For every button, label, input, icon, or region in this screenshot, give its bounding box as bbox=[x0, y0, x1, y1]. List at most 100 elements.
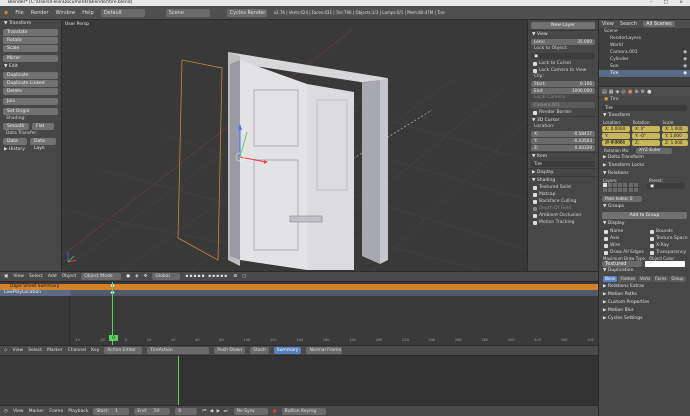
duplicate-linked-button[interactable]: Duplicate Linked bbox=[3, 80, 58, 87]
action-key-menu[interactable]: Key bbox=[91, 348, 99, 353]
relations-header[interactable]: ▼ Relations bbox=[599, 170, 690, 178]
cycles-settings-header[interactable]: ▶ Cycles Settings bbox=[599, 315, 690, 323]
textured-solid-row[interactable]: Textured Solid bbox=[528, 184, 598, 191]
outliner-item-tire[interactable]: Tire ◉ bbox=[599, 70, 690, 77]
summary-toggle[interactable]: Summary bbox=[273, 347, 302, 354]
pass-index-field[interactable]: Pass Index: 0 bbox=[602, 196, 642, 202]
transform-orientation-selector[interactable]: Global bbox=[152, 273, 181, 280]
lock-camera-checkbox[interactable] bbox=[533, 68, 537, 73]
axis-checkbox[interactable] bbox=[604, 236, 608, 241]
duplication-faces-tab[interactable]: Faces bbox=[653, 276, 669, 282]
outliner-item-sun[interactable]: Sun ◉ bbox=[599, 63, 690, 70]
render-tab-icon[interactable]: ▤ bbox=[602, 89, 607, 95]
groups-header[interactable]: ▼ Groups bbox=[599, 203, 690, 211]
bounds-toggle[interactable]: Bounds bbox=[645, 228, 688, 235]
mirror-button[interactable]: Mirror bbox=[3, 55, 58, 62]
matcap-checkbox[interactable] bbox=[533, 192, 537, 197]
pivot-point-icon[interactable]: ◈ bbox=[135, 274, 138, 279]
motion-paths-header[interactable]: ▶ Motion Paths bbox=[599, 291, 690, 299]
menu-window[interactable]: Window bbox=[56, 10, 76, 16]
auto-snap-selector[interactable]: Normal Frame bbox=[306, 347, 343, 354]
render-preview-icon[interactable]: ▢ bbox=[242, 274, 246, 279]
shading-header[interactable]: ▼ Shading bbox=[528, 176, 598, 184]
outliner-item-camera[interactable]: Camera.001 ◉ bbox=[599, 49, 690, 56]
scale-x-field[interactable]: X: 1.000 bbox=[662, 126, 688, 132]
layers-tab-icon[interactable]: ▦ bbox=[609, 89, 614, 95]
draw-all-edges-checkbox[interactable] bbox=[604, 250, 608, 255]
relations-extras-header[interactable]: ▶ Relations Extras bbox=[599, 283, 690, 291]
outliner-item-cylinder[interactable]: Cylinder ◉ bbox=[599, 56, 690, 63]
location-x-field[interactable]: X: 0.0000 bbox=[602, 126, 630, 132]
outliner-item-world[interactable]: World bbox=[599, 42, 690, 49]
manipulator-icon[interactable]: ✥ bbox=[144, 274, 148, 279]
matcap-row[interactable]: Matcap bbox=[528, 191, 598, 198]
menu-render[interactable]: Render bbox=[31, 10, 49, 16]
outliner-search-menu[interactable]: Search bbox=[620, 21, 637, 27]
lens-field[interactable]: Lens: 35.000 bbox=[531, 39, 595, 45]
viewport-shading-icon[interactable]: ● bbox=[126, 274, 130, 279]
constraints-tab-icon[interactable]: ⊕ bbox=[634, 89, 638, 95]
world-tab-icon[interactable]: ◎ bbox=[621, 89, 625, 95]
outliner-view-menu[interactable]: View bbox=[602, 21, 614, 27]
push-down-button[interactable]: Push Down bbox=[214, 347, 246, 354]
editor-type-icon[interactable]: ▣ bbox=[4, 274, 8, 279]
delta-transform-header[interactable]: ▶ Delta Transform bbox=[599, 154, 690, 162]
data-transfer-button[interactable]: Data bbox=[3, 138, 27, 145]
rotation-x-field[interactable]: X: 0° bbox=[632, 126, 660, 132]
view-menu[interactable]: View bbox=[13, 274, 24, 279]
editor-mode-selector[interactable]: Action Editor bbox=[104, 347, 143, 354]
location-z-field[interactable]: Z: 0.0000 bbox=[602, 140, 630, 146]
custom-properties-header[interactable]: ▶ Custom Properties bbox=[599, 299, 690, 307]
xray-checkbox[interactable] bbox=[650, 243, 654, 248]
scale-z-field[interactable]: Z: 1.000 bbox=[662, 140, 688, 146]
ambient-occlusion-checkbox[interactable] bbox=[533, 213, 537, 218]
outliner-display-mode[interactable]: All Scenes bbox=[643, 21, 675, 27]
motion-blur-header[interactable]: ▶ Motion Blur bbox=[599, 307, 690, 315]
cursor-y-field[interactable]: Y: -0.03503 bbox=[531, 138, 595, 144]
cursor-z-field[interactable]: Z: 0.00329 bbox=[531, 145, 595, 151]
add-to-group-button[interactable]: Add to Group bbox=[602, 212, 687, 219]
transform-panel-header[interactable]: ▼ Transform bbox=[599, 112, 690, 120]
playback-controls[interactable]: ⏮ ◀ ▶ ⏭ bbox=[202, 408, 228, 414]
smooth-button[interactable]: Smooth bbox=[3, 123, 29, 130]
rotation-z-field[interactable]: Z: -24.648° bbox=[632, 140, 660, 151]
rotate-button[interactable]: Rotate bbox=[3, 37, 58, 44]
scene-selector[interactable]: Scene bbox=[165, 8, 210, 17]
local-camera-field[interactable]: Camera.001 bbox=[531, 102, 595, 108]
stash-button[interactable]: Stash bbox=[250, 347, 269, 354]
timeline-playback-menu[interactable]: Playback bbox=[68, 409, 88, 414]
action-marker-menu[interactable]: Marker bbox=[47, 348, 63, 353]
wire-checkbox[interactable] bbox=[604, 243, 608, 248]
duplication-verts-tab[interactable]: Verts bbox=[637, 276, 653, 282]
end-frame-field[interactable]: End: 50 bbox=[134, 407, 171, 415]
cylinder-visibility-icon[interactable]: ◉ bbox=[683, 57, 687, 62]
ambient-occlusion-row[interactable]: Ambient Occlusion bbox=[528, 212, 598, 219]
action-selector[interactable]: TireAction bbox=[147, 347, 210, 354]
mode-selector[interactable]: Object Mode bbox=[81, 273, 122, 280]
duplication-none-tab[interactable]: None bbox=[603, 276, 618, 282]
rotation-mode-select[interactable]: XYZ Euler bbox=[636, 147, 672, 154]
transform-locks-header[interactable]: ▶ Transform Locks bbox=[599, 162, 690, 170]
set-origin-button[interactable]: Set Origin bbox=[3, 108, 58, 115]
motion-tracking-checkbox[interactable] bbox=[533, 220, 537, 225]
render-border-row[interactable]: Render Border bbox=[528, 109, 598, 116]
axis-toggle[interactable]: Axis bbox=[599, 235, 645, 242]
timeline-editor-type-icon[interactable]: ◷ bbox=[4, 409, 8, 414]
3d-viewport[interactable]: User Persp bbox=[62, 20, 527, 271]
history-header[interactable]: ▶ History bbox=[0, 146, 61, 154]
draw-all-edges-toggle[interactable]: Draw All Edges bbox=[599, 249, 645, 256]
tire-visibility-icon[interactable]: ◉ bbox=[683, 71, 687, 76]
object-color-swatch[interactable] bbox=[645, 261, 685, 267]
edit-header[interactable]: ▼ Edit bbox=[0, 63, 61, 71]
bounds-checkbox[interactable] bbox=[650, 229, 654, 234]
outliner-item-scene[interactable]: Scene bbox=[599, 28, 690, 35]
layer-buttons[interactable]: ▪▪▪▪▪ ▪▪▪▪▪ bbox=[185, 274, 228, 279]
blender-logo-icon[interactable]: ◉ bbox=[4, 10, 8, 16]
timeline-area[interactable] bbox=[0, 355, 598, 406]
translate-button[interactable]: Translate bbox=[3, 29, 58, 36]
render-border-checkbox[interactable] bbox=[533, 110, 537, 115]
keying-set-selector[interactable]: Button Keying bbox=[281, 407, 326, 415]
data-layout-button[interactable]: Data Layo bbox=[30, 138, 56, 151]
wire-toggle[interactable]: Wire bbox=[599, 242, 645, 249]
auto-keying-icon[interactable]: ● bbox=[273, 409, 277, 414]
